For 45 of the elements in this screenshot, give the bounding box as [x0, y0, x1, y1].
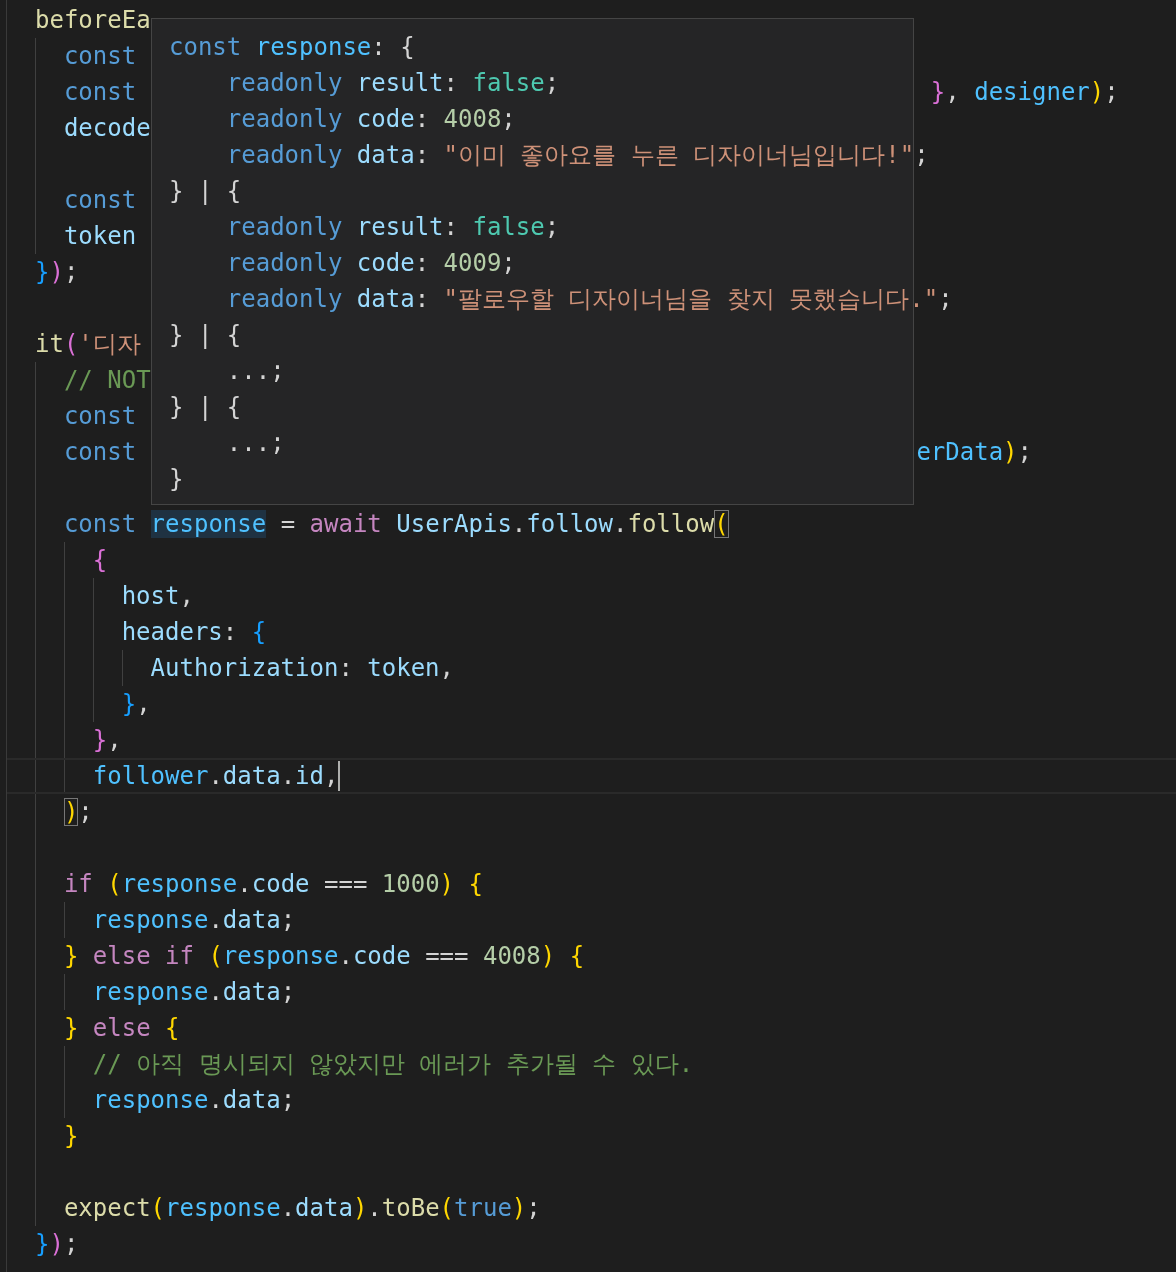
- code-line: });: [35, 257, 79, 288]
- code-line: host,: [121, 581, 194, 612]
- code-line: {: [92, 545, 108, 576]
- code-fragment: }, designer);: [929, 77, 1120, 108]
- code-line: const: [63, 437, 137, 468]
- code-line: headers: {: [121, 617, 267, 648]
- code-line: const: [63, 77, 137, 108]
- code-line: response.data;: [92, 905, 296, 936]
- code-line: response.data;: [92, 1085, 296, 1116]
- code-line: const: [63, 185, 137, 216]
- code-line: const: [63, 41, 137, 72]
- tooltip-line: }: [169, 464, 184, 495]
- tooltip-line: readonly data: "이미 좋아요를 누른 디자이너님입니다!";: [226, 140, 929, 171]
- code-fragment: erData);: [916, 437, 1033, 468]
- tooltip-line: readonly result: false;: [226, 68, 560, 99]
- tooltip-line: readonly result: false;: [226, 212, 560, 243]
- tooltip-line: readonly code: 4009;: [226, 248, 516, 279]
- tooltip-line: } | {: [169, 176, 242, 207]
- code-line: });: [35, 1229, 79, 1260]
- code-line: }: [63, 1121, 79, 1152]
- code-line: );: [63, 797, 93, 828]
- tooltip-line: const response: {: [169, 32, 415, 63]
- code-line: const response = await UserApis.follow.follow(: [63, 509, 729, 540]
- code-line: } else {: [63, 1013, 180, 1044]
- code-line: follower.data.id,: [92, 761, 339, 792]
- tooltip-line: ...;: [226, 356, 285, 387]
- tooltip-line: readonly data: "팔로우할 디자이너님을 찾지 못했습니다.";: [226, 284, 953, 315]
- tooltip-line: readonly code: 4008;: [226, 104, 516, 135]
- tooltip-line: } | {: [169, 320, 242, 351]
- code-line: decode: [63, 113, 151, 144]
- code-line: expect(response.data).toBe(true);: [63, 1193, 541, 1224]
- code-line: // NOT: [63, 365, 151, 396]
- code-line: },: [121, 689, 151, 720]
- tooltip-line: ...;: [226, 428, 285, 459]
- code-line: token: [63, 221, 137, 252]
- code-line: beforeEa: [35, 5, 151, 36]
- code-line: const: [63, 401, 137, 432]
- tooltip-line: } | {: [169, 392, 242, 423]
- code-line: Authorization: token,: [150, 653, 454, 684]
- code-line: } else if (response.code === 4008) {: [63, 941, 585, 972]
- code-line: // 아직 명시되지 않았지만 에러가 추가될 수 있다.: [92, 1049, 694, 1080]
- code-line: it('디자: [35, 329, 141, 360]
- code-line: if (response.code === 1000) {: [63, 869, 483, 900]
- code-line: },: [92, 725, 122, 756]
- code-line: response.data;: [92, 977, 296, 1008]
